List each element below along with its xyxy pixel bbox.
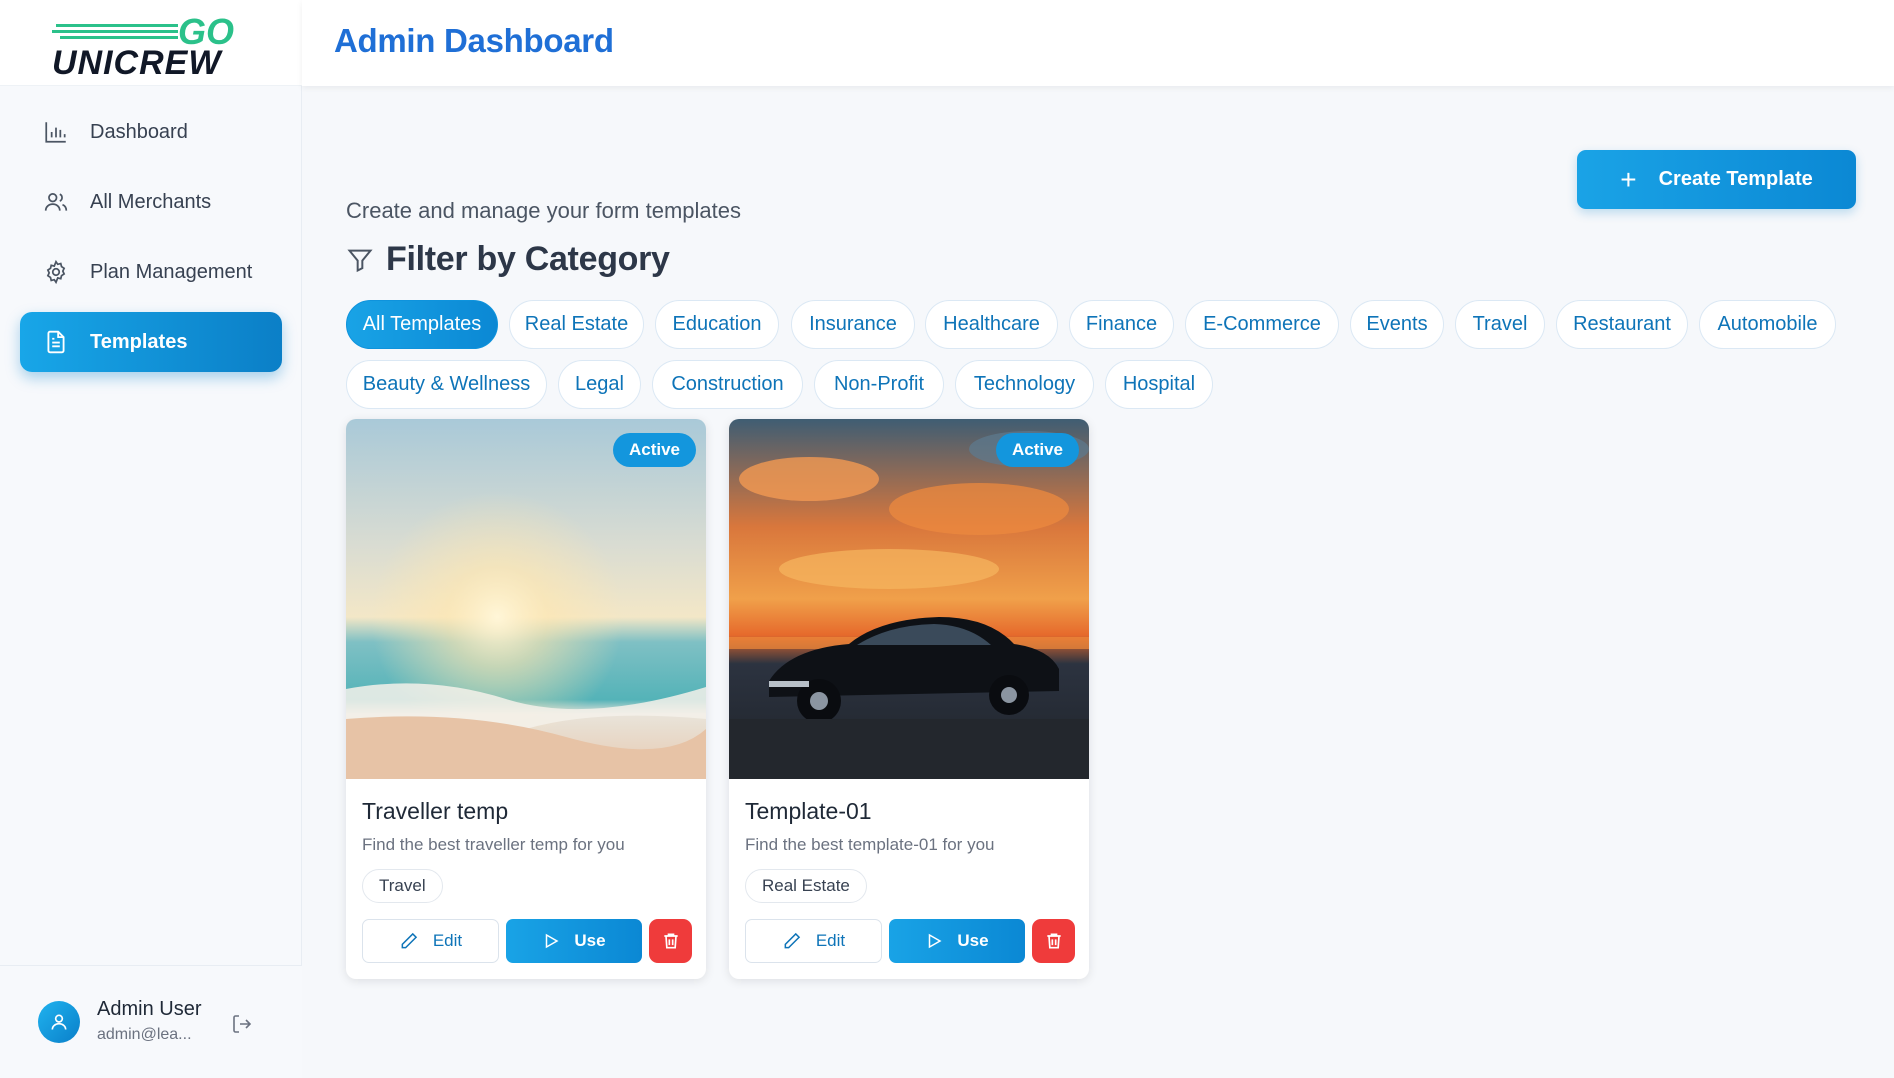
user-icon [51,1014,67,1030]
category-chip-healthcare[interactable]: Healthcare [925,300,1058,349]
use-button[interactable]: Use [506,919,642,963]
classic-car-sunset-image [729,419,1089,779]
category-chip-real-estate[interactable]: Real Estate [509,300,644,349]
category-chip-technology[interactable]: Technology [955,360,1094,409]
pencil-icon [401,932,417,949]
template-title: Template-01 [745,798,872,824]
sidebar-item-label: Dashboard [90,120,188,143]
category-chip-events[interactable]: Events [1350,300,1444,349]
category-chip-education[interactable]: Education [655,300,779,349]
category-tag: Real Estate [745,869,867,903]
bar-chart-icon [42,118,70,146]
filter-icon [347,249,373,272]
gear-icon [42,258,70,286]
logout-icon[interactable] [230,1012,254,1036]
delete-button[interactable] [649,919,692,963]
page-subtitle: Create and manage your form templates [346,198,741,223]
use-label: Use [957,931,989,950]
sidebar-item-plan-management[interactable]: Plan Management [20,242,282,302]
template-title: Traveller temp [362,798,509,824]
unicrew-logo-icon: GO UNICREW [52,11,234,78]
filter-title: Filter by Category [386,240,670,278]
category-chip-construction[interactable]: Construction [652,360,803,409]
category-chip-all-templates[interactable]: All Templates [346,300,498,349]
edit-button[interactable]: Edit [745,919,882,963]
delete-button[interactable] [1032,919,1075,963]
user-email: admin@lea... [97,1026,192,1043]
edit-label: Edit [815,931,846,950]
sidebar-item-label: Templates [90,330,188,353]
create-template-label: Create Template [1658,168,1813,190]
trash-icon [663,933,678,949]
create-template-button[interactable]: + Create Template [1577,150,1856,209]
sidebar-item-dashboard[interactable]: Dashboard [20,102,282,162]
avatar[interactable] [38,1001,80,1043]
category-tag: Travel [362,869,443,903]
users-icon [42,188,70,216]
category-chip-restaurant[interactable]: Restaurant [1556,300,1688,349]
use-button[interactable]: Use [889,919,1025,963]
svg-text:UNICREW: UNICREW [52,44,223,78]
edit-label: Edit [432,931,463,950]
category-chip-e-commerce[interactable]: E-Commerce [1185,300,1339,349]
sidebar-item-templates[interactable]: Templates [20,312,282,372]
page-title: Admin Dashboard [334,22,614,59]
category-chip-beauty-wellness[interactable]: Beauty & Wellness [346,360,547,409]
sidebar-item-label: Plan Management [90,260,253,283]
category-chip-non-profit[interactable]: Non-Profit [814,360,944,409]
trash-icon [1046,933,1061,949]
category-chip-insurance[interactable]: Insurance [791,300,915,349]
category-chip-hospital[interactable]: Hospital [1105,360,1213,409]
user-name: Admin User [97,998,202,1020]
template-description: Find the best traveller temp for you [362,835,625,854]
use-label: Use [574,931,606,950]
template-description: Find the best template-01 for you [745,835,995,854]
play-icon [546,933,559,949]
template-card[interactable]: Active Template-01 Find the best templat… [729,419,1089,979]
category-chip-travel[interactable]: Travel [1455,300,1545,349]
status-badge: Active [612,433,696,467]
plus-icon: + [1620,163,1637,195]
template-card[interactable]: Active Traveller temp Find the best trav… [346,419,706,979]
sidebar-nav: Dashboard All Merchants Plan Management … [20,102,282,382]
status-badge: Active [995,433,1079,467]
document-icon [42,328,70,356]
sidebar-item-label: All Merchants [90,190,212,213]
category-chip-automobile[interactable]: Automobile [1699,300,1836,349]
filter-header: Filter by Category [346,240,670,279]
logo[interactable]: GO UNICREW [0,0,302,86]
category-chip-finance[interactable]: Finance [1069,300,1174,349]
sidebar-item-all-merchants[interactable]: All Merchants [20,172,282,232]
category-chip-legal[interactable]: Legal [558,360,641,409]
pencil-icon [784,932,800,949]
beach-sunset-image [346,419,706,779]
play-icon [929,933,942,949]
edit-button[interactable]: Edit [362,919,499,963]
